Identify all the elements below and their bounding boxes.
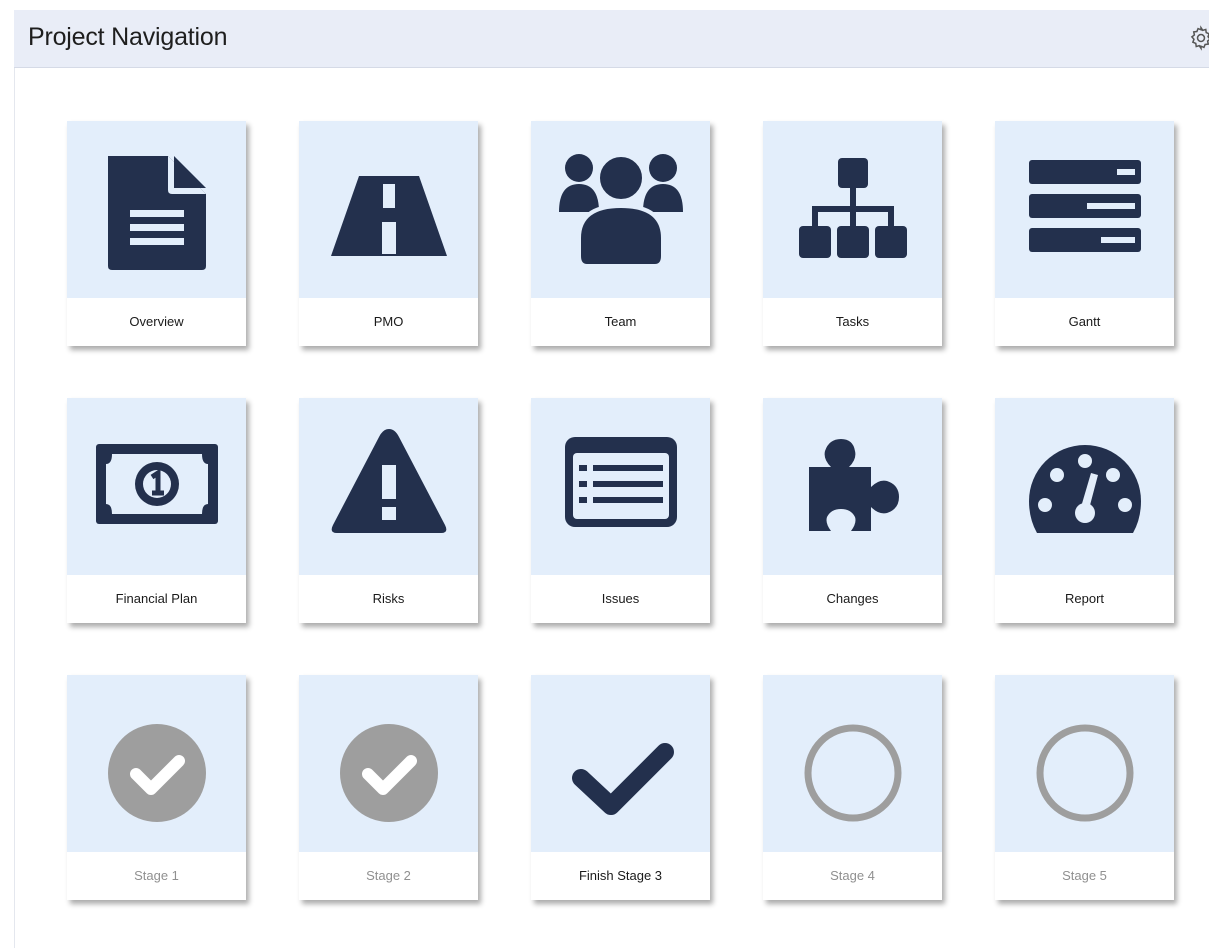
check-circle-icon (340, 724, 438, 822)
tile-label: Stage 5 (995, 852, 1174, 900)
tile-issues[interactable]: Issues (531, 398, 710, 623)
tile-risks[interactable]: Risks (299, 398, 478, 623)
gear-icon[interactable] (1188, 25, 1209, 51)
tile-label: Stage 4 (763, 852, 942, 900)
empty-circle-icon (804, 724, 902, 822)
hierarchy-icon (799, 158, 907, 258)
tile-pmo[interactable]: PMO (299, 121, 478, 346)
tile-label: Team (531, 298, 710, 346)
puzzle-piece-icon (809, 439, 899, 531)
tile-stage-5[interactable]: Stage 5 (995, 675, 1174, 900)
tile-label: Overview (67, 298, 246, 346)
road-icon (331, 176, 447, 256)
checkmark-icon (572, 743, 674, 815)
gauge-icon (1029, 445, 1141, 533)
tile-label: Stage 2 (299, 852, 478, 900)
tile-team[interactable]: Team (531, 121, 710, 346)
tile-stage-1[interactable]: Stage 1 (67, 675, 246, 900)
page-title: Project Navigation (28, 23, 228, 51)
banknote-icon (96, 444, 218, 524)
tile-label: Report (995, 575, 1174, 623)
document-icon (108, 156, 206, 270)
tile-report[interactable]: Report (995, 398, 1174, 623)
warning-triangle-icon (331, 429, 447, 533)
gantt-bars-icon (1029, 160, 1141, 252)
tile-gantt[interactable]: Gantt (995, 121, 1174, 346)
tile-label: Changes (763, 575, 942, 623)
panel-left-border (14, 68, 15, 948)
tile-label: Finish Stage 3 (531, 852, 710, 900)
project-navigation-panel: Project Navigation Overview PMO Team Tas… (0, 0, 1209, 948)
users-icon (559, 153, 683, 268)
tile-label: Risks (299, 575, 478, 623)
tile-stage-4[interactable]: Stage 4 (763, 675, 942, 900)
list-window-icon (565, 437, 677, 527)
tile-financial-plan[interactable]: Financial Plan (67, 398, 246, 623)
tile-stage-2[interactable]: Stage 2 (299, 675, 478, 900)
tile-changes[interactable]: Changes (763, 398, 942, 623)
tile-label: Stage 1 (67, 852, 246, 900)
panel-header: Project Navigation (14, 10, 1209, 68)
tile-finish-stage-3[interactable]: Finish Stage 3 (531, 675, 710, 900)
tile-label: PMO (299, 298, 478, 346)
empty-circle-icon (1036, 724, 1134, 822)
tile-tasks[interactable]: Tasks (763, 121, 942, 346)
tile-overview[interactable]: Overview (67, 121, 246, 346)
tile-label: Issues (531, 575, 710, 623)
tile-label: Gantt (995, 298, 1174, 346)
tile-label: Financial Plan (67, 575, 246, 623)
tile-label: Tasks (763, 298, 942, 346)
check-circle-icon (108, 724, 206, 822)
